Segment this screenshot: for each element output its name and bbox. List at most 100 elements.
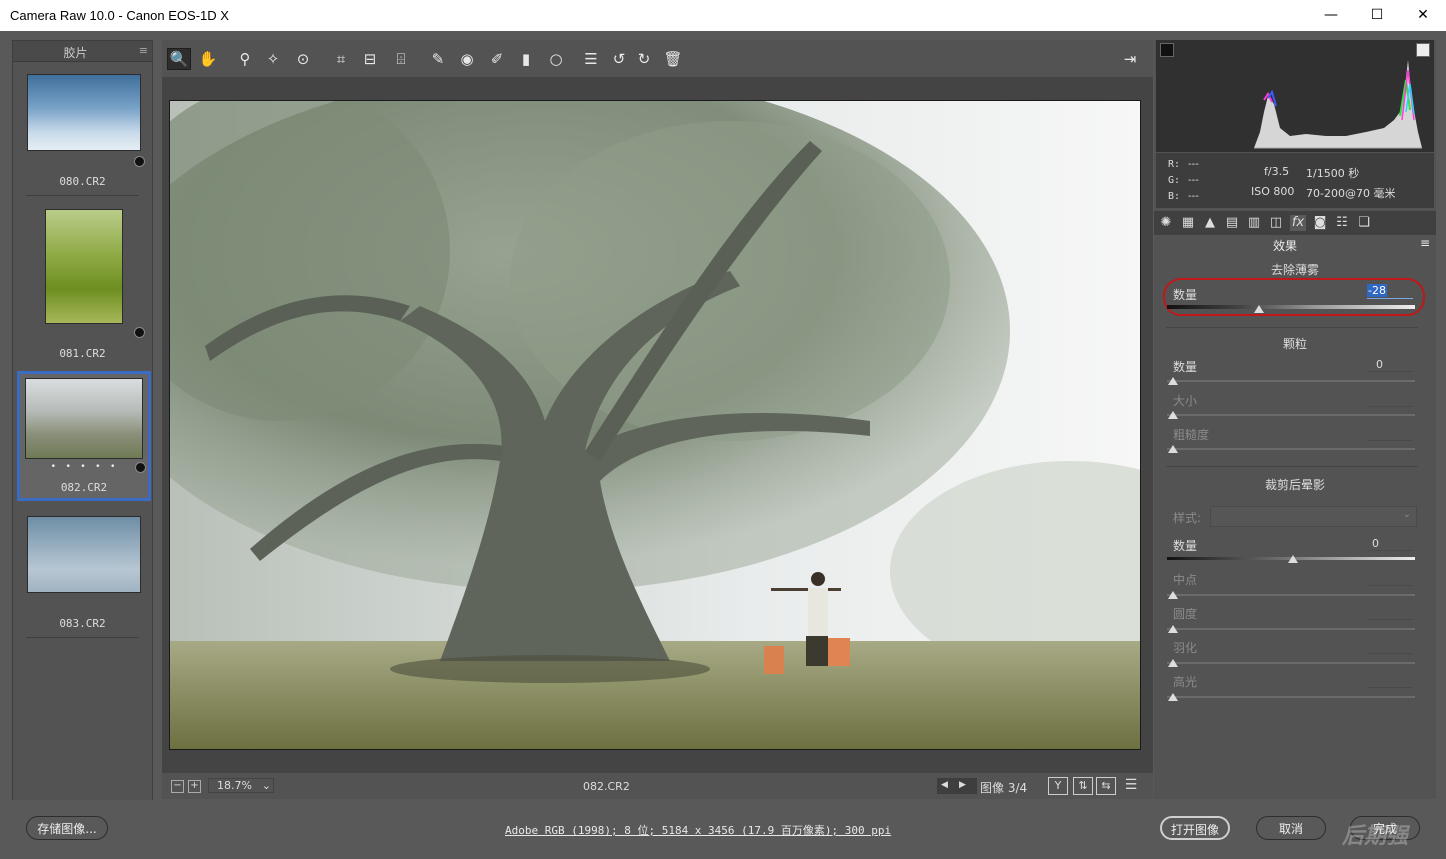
minimize-button[interactable]: — bbox=[1308, 0, 1354, 31]
dehaze-amount-field[interactable]: -28 bbox=[1367, 284, 1413, 299]
preview-canvas bbox=[162, 77, 1153, 773]
cancel-button[interactable]: 取消 bbox=[1256, 816, 1326, 840]
hand-tool-icon[interactable]: ✋ bbox=[198, 49, 218, 69]
maximize-button[interactable]: ☐ bbox=[1354, 0, 1400, 31]
preview-image[interactable] bbox=[169, 100, 1141, 750]
vignette-amount-thumb[interactable] bbox=[1288, 555, 1298, 563]
thumbnail-image bbox=[27, 74, 141, 151]
tab-calibration-icon[interactable]: ◙ bbox=[1312, 215, 1328, 231]
rating-dots[interactable]: • • • • • bbox=[20, 462, 148, 472]
window-title: Camera Raw 10.0 - Canon EOS-1D X bbox=[10, 8, 229, 23]
vignette-highlights-label: 高光 bbox=[1173, 675, 1198, 689]
vignette-feather-value bbox=[1367, 639, 1413, 654]
edited-badge-icon bbox=[134, 156, 145, 167]
vignette-roundness-track bbox=[1167, 628, 1415, 630]
iso: ISO 800 bbox=[1251, 185, 1295, 198]
targeted-adjustment-tool-icon[interactable]: ⊙ bbox=[293, 49, 313, 69]
grain-size-track bbox=[1167, 414, 1415, 416]
transform-tool-icon[interactable]: ⌹ bbox=[391, 49, 411, 69]
vignette-roundness-value bbox=[1367, 605, 1413, 620]
tab-presets-icon[interactable]: ☷ bbox=[1334, 215, 1350, 231]
dehaze-slider-thumb[interactable] bbox=[1254, 305, 1264, 313]
filmstrip-item[interactable]: 080.CR2 bbox=[14, 65, 151, 196]
filmstrip-item[interactable]: 083.CR2 bbox=[14, 507, 151, 638]
grain-amount-label: 数量 bbox=[1173, 360, 1198, 374]
zoom-tool-icon[interactable]: 🔍 bbox=[167, 48, 191, 70]
tab-basic-icon[interactable]: ✺ bbox=[1158, 215, 1174, 231]
tab-lens-icon[interactable]: ◫ bbox=[1268, 215, 1284, 231]
radial-filter-icon[interactable]: ○ bbox=[546, 49, 566, 69]
swap-settings-button[interactable]: ⇅ bbox=[1073, 777, 1093, 795]
vignette-midpoint-thumb bbox=[1168, 591, 1178, 599]
vignette-amount-value[interactable]: 0 bbox=[1367, 537, 1413, 551]
grain-roughness-value bbox=[1367, 426, 1413, 441]
white-balance-tool-icon[interactable]: ⚲ bbox=[235, 49, 255, 69]
tab-tone-curve-icon[interactable]: ▦ bbox=[1180, 215, 1196, 231]
vignette-style-dropdown: ⌄ bbox=[1210, 506, 1417, 527]
dehaze-amount-label: 数量 bbox=[1173, 288, 1198, 302]
r-value: --- bbox=[1188, 159, 1199, 170]
grain-amount-track[interactable] bbox=[1167, 380, 1415, 382]
zoom-in-button[interactable]: + bbox=[188, 780, 201, 793]
zoom-out-button[interactable]: − bbox=[171, 780, 184, 793]
crop-tool-icon[interactable]: ⌗ bbox=[331, 49, 351, 69]
rotate-left-icon[interactable]: ↺ bbox=[609, 49, 629, 69]
separator bbox=[26, 195, 139, 196]
panel-title: 效果 bbox=[1272, 239, 1297, 253]
edited-badge-icon bbox=[135, 462, 146, 473]
grain-roughness-thumb bbox=[1168, 445, 1178, 453]
grain-size-value bbox=[1367, 392, 1413, 407]
b-value: --- bbox=[1188, 191, 1199, 202]
fullscreen-icon[interactable]: ⇥ bbox=[1120, 49, 1140, 69]
tab-snapshots-icon[interactable]: ❏ bbox=[1356, 215, 1372, 231]
chevron-down-icon: ⌄ bbox=[1402, 509, 1411, 520]
preferences-icon[interactable]: ☰ bbox=[581, 49, 601, 69]
thumbnail-caption: 081.CR2 bbox=[59, 347, 106, 360]
panel-menu-icon[interactable]: ≡ bbox=[1420, 236, 1430, 250]
vignette-style-label: 样式: bbox=[1173, 511, 1202, 525]
vignette-section-title: 裁剪后晕影 bbox=[1264, 478, 1325, 492]
color-sampler-tool-icon[interactable]: ✧ bbox=[263, 49, 283, 69]
vignette-highlights-track bbox=[1167, 696, 1415, 698]
vignette-feather-label: 羽化 bbox=[1173, 641, 1198, 655]
vignette-midpoint-value bbox=[1367, 571, 1413, 586]
before-after-view-button[interactable]: Y bbox=[1048, 777, 1068, 795]
close-button[interactable]: ✕ bbox=[1400, 0, 1446, 31]
tab-hsl-icon[interactable]: ▤ bbox=[1224, 215, 1240, 231]
filmstrip-item-selected[interactable]: • • • • • 082.CR2 bbox=[17, 371, 151, 501]
watermark-logo: 后期强 bbox=[1342, 824, 1409, 849]
tab-detail-icon[interactable]: ▲ bbox=[1202, 215, 1218, 231]
straighten-tool-icon[interactable]: ⊟ bbox=[360, 49, 380, 69]
view-settings-icon[interactable]: ☰ bbox=[1122, 777, 1140, 793]
thumbnail-image bbox=[25, 378, 143, 459]
dehaze-slider-track[interactable] bbox=[1167, 305, 1415, 309]
dehaze-section-title: 去除薄雾 bbox=[1270, 263, 1319, 277]
graduated-filter-icon[interactable]: ▮ bbox=[516, 49, 536, 69]
grain-amount-value[interactable]: 0 bbox=[1367, 358, 1413, 372]
save-image-button[interactable]: 存储图像... bbox=[26, 816, 108, 840]
filmstrip-title: 胶片 bbox=[63, 46, 88, 60]
workflow-options-link[interactable]: Adobe RGB (1998); 8 位; 5184 x 3456 (17.9… bbox=[505, 822, 891, 838]
red-eye-tool-icon[interactable]: ◉ bbox=[457, 49, 477, 69]
open-image-button[interactable]: 打开图像 bbox=[1160, 816, 1230, 840]
prev-image-button[interactable]: ◀ bbox=[941, 780, 948, 790]
histogram bbox=[1156, 40, 1434, 152]
adjustment-brush-icon[interactable]: ✐ bbox=[487, 49, 507, 69]
image-counter: 图像 3/4 bbox=[980, 781, 1028, 795]
tab-effects-icon[interactable]: fx bbox=[1290, 215, 1306, 231]
delete-icon[interactable]: 🗑 bbox=[663, 49, 683, 69]
adjustments-panel: R: --- G: --- B: --- f/3.5 1/1500 秒 ISO … bbox=[1154, 40, 1436, 799]
vignette-roundness-thumb bbox=[1168, 625, 1178, 633]
g-value: --- bbox=[1188, 175, 1199, 186]
next-image-button[interactable]: ▶ bbox=[959, 780, 966, 790]
filmstrip-menu-icon[interactable]: ≡ bbox=[139, 44, 148, 57]
rotate-right-icon[interactable]: ↻ bbox=[634, 49, 654, 69]
grain-amount-thumb[interactable] bbox=[1168, 377, 1178, 385]
filmstrip-item[interactable]: 081.CR2 bbox=[14, 201, 151, 361]
zoom-level-select[interactable]: 18.7% ⌄ bbox=[208, 778, 274, 793]
vignette-feather-thumb bbox=[1168, 659, 1178, 667]
copy-settings-button[interactable]: ⇆ bbox=[1096, 777, 1116, 795]
spot-removal-tool-icon[interactable]: ✎ bbox=[428, 49, 448, 69]
vignette-roundness-label: 圆度 bbox=[1173, 607, 1198, 621]
tab-split-toning-icon[interactable]: ▥ bbox=[1246, 215, 1262, 231]
